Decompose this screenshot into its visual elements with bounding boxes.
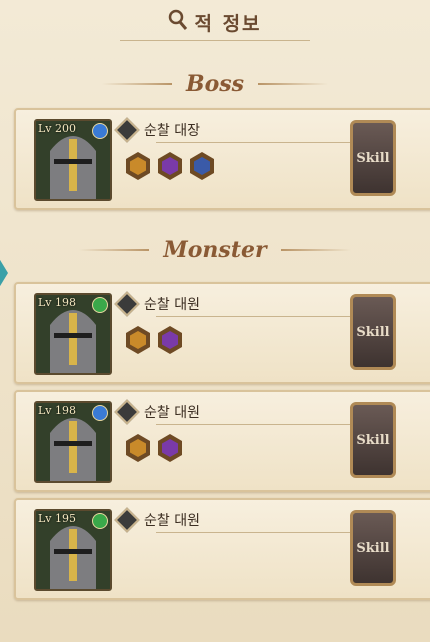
enemy-card[interactable]: Lv 195 순찰 대원 Skill — [14, 498, 430, 600]
enemy-portrait: Lv 195 — [34, 509, 112, 591]
skill-button-label: Skill — [356, 540, 390, 556]
enemy-name: 순찰 대원 — [144, 405, 200, 421]
skill-badge-icon[interactable] — [126, 152, 150, 180]
enemy-portrait: Lv 198 — [34, 401, 112, 483]
element-orb-icon — [92, 405, 108, 421]
enemy-name: 순찰 대장 — [144, 123, 200, 139]
header: 적 정보 — [0, 0, 430, 44]
divider — [156, 316, 356, 317]
skill-badge-icon[interactable] — [158, 152, 182, 180]
divider — [156, 142, 356, 143]
level-label: Lv 195 — [38, 512, 77, 525]
skill-button[interactable]: Skill — [350, 294, 396, 370]
page-title: 적 정보 — [194, 12, 262, 35]
skill-button-label: Skill — [356, 324, 390, 340]
skill-badge-icon[interactable] — [126, 434, 150, 462]
enemy-card[interactable]: Lv 198 순찰 대원 Skill — [14, 282, 430, 384]
skill-button[interactable]: Skill — [350, 402, 396, 478]
skill-badge-icon[interactable] — [126, 326, 150, 354]
skill-button-label: Skill — [356, 432, 390, 448]
skill-list — [126, 152, 214, 180]
level-label: Lv 198 — [38, 296, 77, 309]
level-label: Lv 198 — [38, 404, 77, 417]
divider — [79, 249, 150, 251]
skill-button[interactable]: Skill — [350, 120, 396, 196]
skill-button[interactable]: Skill — [350, 510, 396, 586]
enemy-info-panel: 적 정보 Boss Monster Lv 200 순찰 대장 Skill Lv … — [0, 0, 430, 642]
skill-list — [126, 326, 182, 354]
divider — [156, 532, 356, 533]
rank-diamond-icon — [114, 507, 140, 533]
monster-section-header: Monster — [0, 230, 430, 270]
element-orb-icon — [92, 123, 108, 139]
enemy-portrait: Lv 198 — [34, 293, 112, 375]
enemy-name: 순찰 대원 — [144, 513, 200, 529]
level-label: Lv 200 — [38, 122, 77, 135]
divider — [101, 83, 172, 85]
boss-section-header: Boss — [0, 64, 430, 104]
boss-section-label: Boss — [185, 71, 245, 97]
element-orb-icon — [92, 513, 108, 529]
enemy-card[interactable]: Lv 200 순찰 대장 Skill — [14, 108, 430, 210]
divider — [258, 83, 329, 85]
enemy-card[interactable]: Lv 198 순찰 대원 Skill — [14, 390, 430, 492]
skill-list — [126, 434, 182, 462]
element-orb-icon — [92, 297, 108, 313]
enemy-name: 순찰 대원 — [144, 297, 200, 313]
skill-button-label: Skill — [356, 150, 390, 166]
rank-diamond-icon — [114, 291, 140, 317]
divider — [280, 249, 351, 251]
rank-diamond-icon — [114, 399, 140, 425]
title-divider — [120, 40, 310, 41]
monster-section-label: Monster — [163, 237, 267, 263]
skill-badge-icon[interactable] — [190, 152, 214, 180]
magnifier-icon — [168, 9, 188, 35]
skill-badge-icon[interactable] — [158, 326, 182, 354]
rank-diamond-icon — [114, 117, 140, 143]
skill-badge-icon[interactable] — [158, 434, 182, 462]
enemy-portrait: Lv 200 — [34, 119, 112, 201]
divider — [156, 424, 356, 425]
